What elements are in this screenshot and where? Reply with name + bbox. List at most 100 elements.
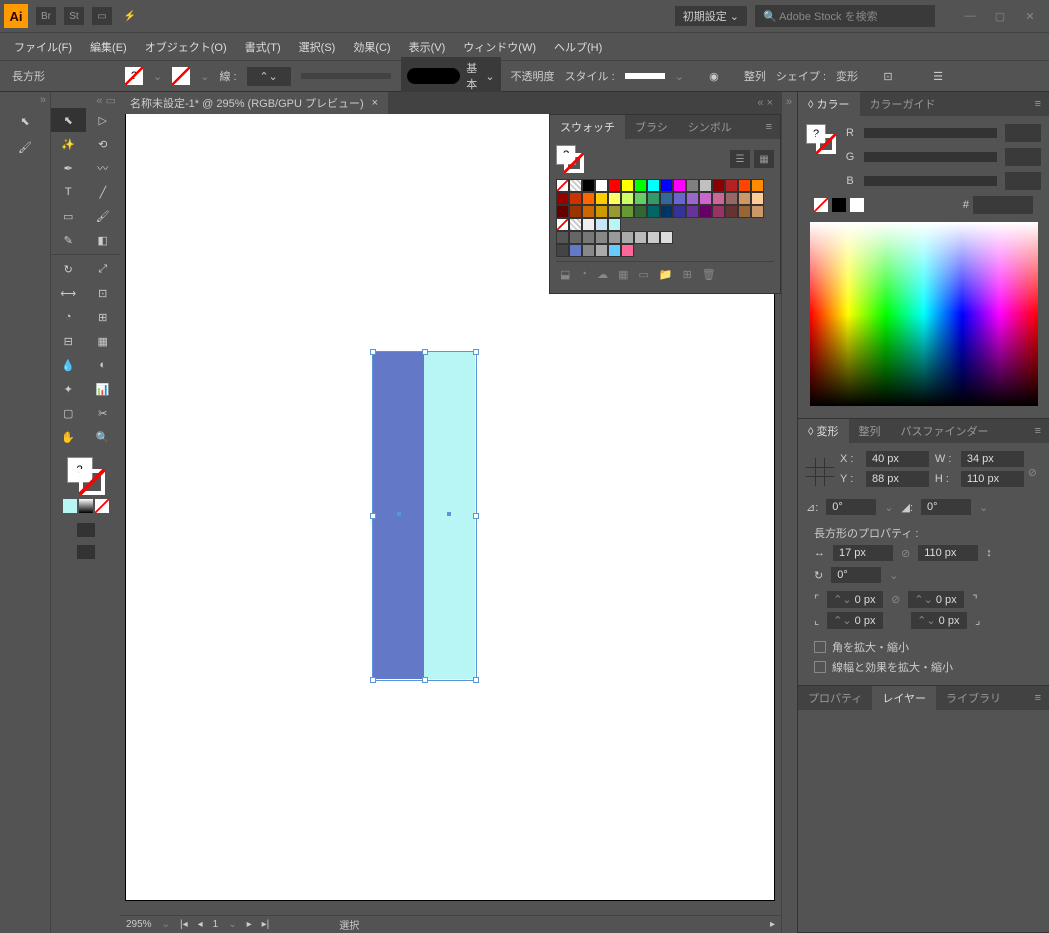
swatch[interactable] [595,192,608,205]
blend-tool[interactable]: ◐ [86,353,121,377]
type-tool[interactable]: T [51,180,86,204]
shape-label[interactable]: シェイプ : [776,68,826,84]
color-spectrum[interactable] [810,222,1038,406]
x-input[interactable]: 40 px [866,451,929,467]
workspace-selector[interactable]: 初期設定 ⌄ [675,6,747,26]
swatch[interactable] [595,244,608,257]
corner-br-input[interactable]: ⌃⌄ 0 px [911,612,967,629]
tools-collapse[interactable]: « ▭ [51,92,120,108]
minimize-button[interactable]: — [955,5,985,27]
free-transform-tool[interactable]: ⊡ [86,281,121,305]
scroll-arrow-icon[interactable]: ▸ [770,919,775,930]
swatch[interactable] [751,192,764,205]
swatch[interactable] [582,244,595,257]
menu-type[interactable]: 書式(T) [239,36,287,58]
swatch[interactable] [608,192,621,205]
swatch[interactable] [738,192,751,205]
document-tab[interactable]: 名称未設定-1* @ 295% (RGB/GPU プレビュー) × [120,92,388,114]
stroke-swatch[interactable] [172,67,190,85]
curvature-tool[interactable]: 〰 [86,156,121,180]
swatch[interactable] [608,179,621,192]
menu-file[interactable]: ファイル(F) [8,36,78,58]
swatch[interactable] [647,231,660,244]
pen-tool[interactable]: ✒ [51,156,86,180]
direct-selection-tool[interactable]: ▷ [86,108,121,132]
swatch[interactable] [595,231,608,244]
swatch-newsw-icon[interactable]: ⊞ [683,268,692,281]
paint-tool-icon[interactable]: 🖌 [0,134,50,160]
swatch[interactable] [556,205,569,218]
handle-tr[interactable] [473,349,479,355]
close-tab-icon[interactable]: × [372,97,378,109]
tab-symbols[interactable]: シンボル [678,115,742,139]
swatch[interactable] [738,179,751,192]
swatch[interactable] [634,179,647,192]
corner-tr-input[interactable]: ⌃⌄ 0 px [908,591,964,608]
recolor-button[interactable]: ◉ [694,67,734,86]
swatch[interactable] [621,179,634,192]
tab-swatches[interactable]: スウォッチ [550,115,625,139]
swatch-new-icon[interactable]: ▭ [638,268,648,281]
dock-collapse[interactable]: » [0,92,50,108]
perspective-tool[interactable]: ⊞ [86,305,121,329]
cursor-tool-icon[interactable]: ⬉ [0,108,50,134]
magic-wand-tool[interactable]: ✨ [51,132,86,156]
artboard-num[interactable]: 1 [213,919,219,930]
swatch[interactable] [582,231,595,244]
line-tool[interactable]: ╱ [86,180,121,204]
mesh-tool[interactable]: ⊟ [51,329,86,353]
swatch[interactable] [556,192,569,205]
menu-select[interactable]: 選択(S) [293,36,342,58]
swatch[interactable] [582,192,595,205]
corner-bl-input[interactable]: ⌃⌄ 0 px [827,612,883,629]
panel-menu-icon[interactable]: ≡ [758,121,780,133]
stock-icon[interactable]: St [64,7,84,25]
tab-options[interactable]: « × [749,97,781,109]
nav-prev-icon[interactable]: ◂ [198,919,203,930]
rect-w-input[interactable]: 17 px [833,545,893,561]
handle-mr[interactable] [473,513,479,519]
swatch[interactable] [686,192,699,205]
h-input[interactable]: 110 px [961,471,1024,487]
list-view-icon[interactable]: ☰ [730,150,750,168]
swatch[interactable] [647,192,660,205]
tab-libraries[interactable]: ライブラリ [936,686,1011,710]
rect-h-input[interactable]: 110 px [918,545,978,561]
nav-first-icon[interactable]: |◂ [180,919,188,930]
swatch[interactable] [673,192,686,205]
swatch[interactable] [660,231,673,244]
align-label[interactable]: 整列 [744,68,766,84]
g-value[interactable] [1005,148,1041,166]
gpu-icon[interactable]: ⚡ [120,7,140,25]
none-mode[interactable] [95,499,109,513]
menu-help[interactable]: ヘルプ(H) [548,36,608,58]
swatch[interactable] [621,205,634,218]
swatch[interactable] [673,179,686,192]
eraser-tool[interactable]: ◧ [86,228,121,252]
scale-strokes-check[interactable]: 線幅と効果を拡大・縮小 [806,657,1041,677]
zoom-level[interactable]: 295% [126,919,152,930]
handle-bm[interactable] [422,677,428,683]
fill-stroke-indicator[interactable]: ? [67,457,105,495]
reflect-tool[interactable]: ⤢ [86,257,121,281]
tab-colorguide[interactable]: カラーガイド [860,92,946,116]
color-mode[interactable] [63,499,77,513]
swatch[interactable] [699,192,712,205]
color-stroke-indicator[interactable] [816,134,836,154]
tab-color[interactable]: ◊ カラー [798,92,860,116]
isolate-button[interactable]: ⊡ [868,67,908,86]
draw-normal[interactable] [77,523,95,537]
swatch[interactable] [556,179,569,192]
swatch[interactable] [608,205,621,218]
swatch[interactable] [751,179,764,192]
handle-br[interactable] [473,677,479,683]
maximize-button[interactable]: ▢ [985,5,1015,27]
link-wh-icon[interactable]: ⊘ [1024,466,1041,479]
y-input[interactable]: 88 px [866,471,929,487]
swatch[interactable] [595,179,608,192]
swatch[interactable] [582,179,595,192]
shaper-tool[interactable]: ✎ [51,228,86,252]
gradient-tool[interactable]: ▦ [86,329,121,353]
handle-ml[interactable] [370,513,376,519]
swatch[interactable] [569,192,582,205]
